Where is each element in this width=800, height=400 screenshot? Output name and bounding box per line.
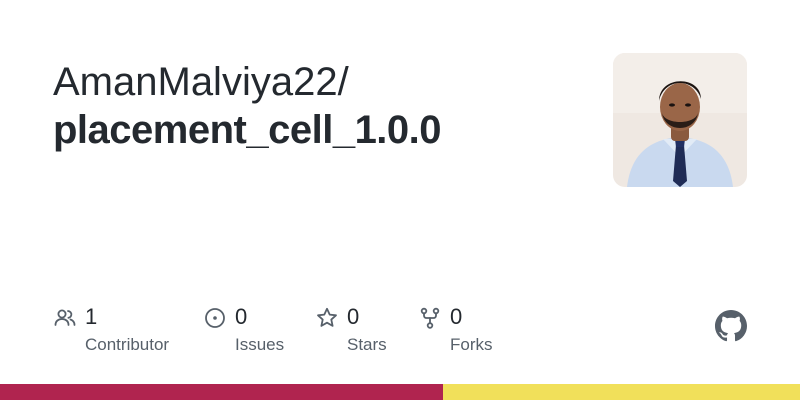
issues-label: Issues xyxy=(235,335,285,354)
avatar-image xyxy=(613,53,747,187)
contributors-count: 1 xyxy=(85,304,98,329)
language-bar-segment-2 xyxy=(443,384,800,400)
people-icon xyxy=(54,309,76,326)
language-bar-segment-1 xyxy=(0,384,443,400)
star-icon xyxy=(317,307,337,327)
forks-label: Forks xyxy=(450,335,493,354)
repo-forked-icon xyxy=(420,307,440,329)
issues-count: 0 xyxy=(235,304,248,329)
issue-opened-icon xyxy=(205,308,225,328)
forks-count: 0 xyxy=(450,304,463,329)
contributors-label: Contributor xyxy=(85,335,170,354)
stars-count: 0 xyxy=(347,304,360,329)
repo-name[interactable]: placement_cell_1.0.0 xyxy=(53,106,442,154)
stars-label: Stars xyxy=(347,335,387,354)
owner-avatar xyxy=(613,53,747,187)
repo-owner[interactable]: AmanMalviya22/ xyxy=(53,58,349,106)
github-logo-icon[interactable] xyxy=(715,310,747,342)
